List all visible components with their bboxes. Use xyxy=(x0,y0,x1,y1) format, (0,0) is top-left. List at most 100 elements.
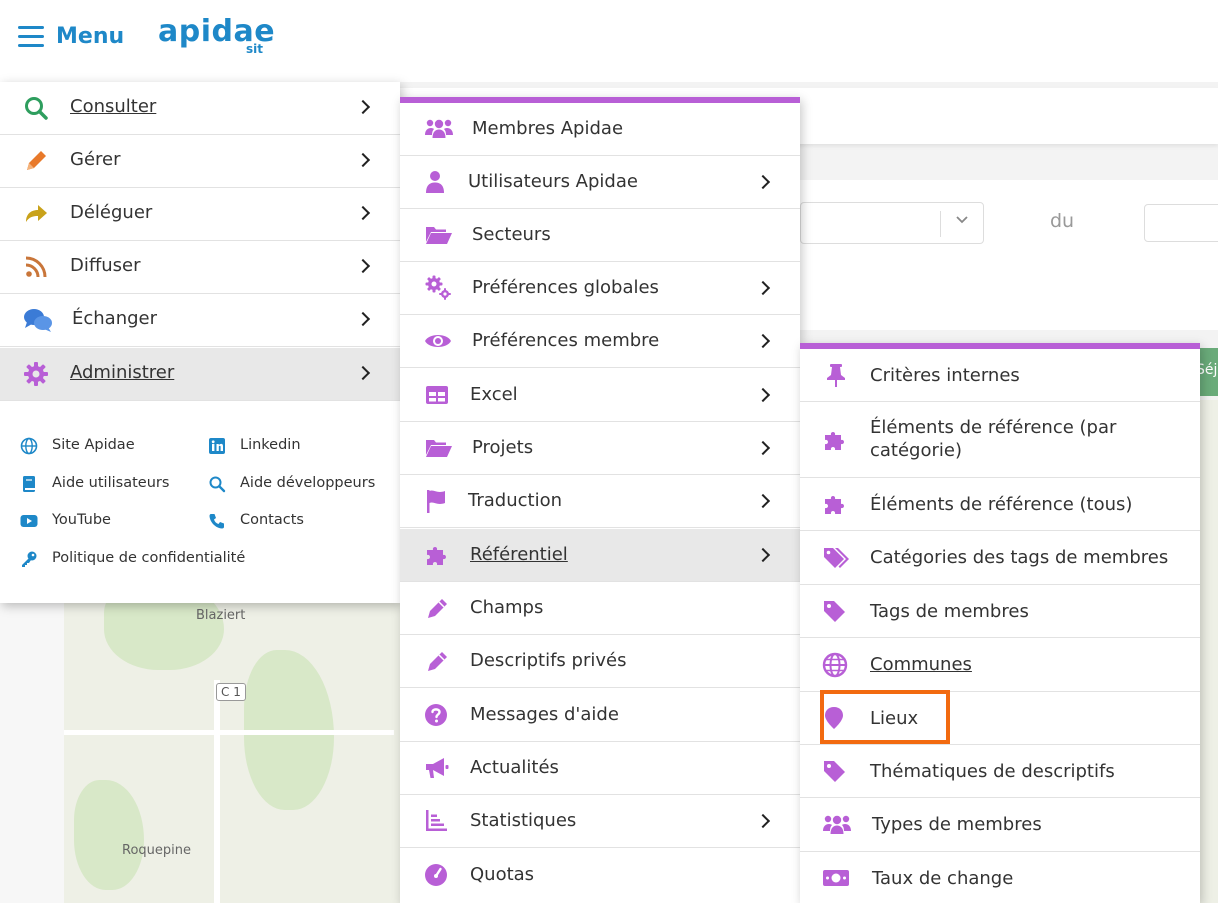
ref-item-elements-tous[interactable]: Éléments de référence (tous) xyxy=(800,478,1200,531)
chevron-right-icon xyxy=(755,813,771,829)
admin-item-secteurs[interactable]: Secteurs xyxy=(400,209,800,262)
admin-item-preferences-membre[interactable]: Préférences membre xyxy=(400,315,800,368)
ref-item-criteres-internes[interactable]: Critères internes xyxy=(800,349,1200,402)
chevron-right-icon xyxy=(755,493,771,509)
users-icon xyxy=(822,812,854,838)
bar-chart-icon xyxy=(424,808,452,834)
folder-open-icon xyxy=(424,222,452,248)
map-forest xyxy=(74,780,144,890)
globe-icon xyxy=(822,652,850,678)
admin-item-label: Statistiques xyxy=(470,810,577,831)
chevron-right-icon xyxy=(355,152,371,168)
admin-item-statistiques[interactable]: Statistiques xyxy=(400,795,800,848)
date-input[interactable] xyxy=(1144,204,1218,242)
admin-item-descriptifs-prives[interactable]: Descriptifs privés xyxy=(400,635,800,688)
ref-item-tags-membres[interactable]: Tags de membres xyxy=(800,585,1200,638)
pencil-icon xyxy=(424,595,452,621)
menu-toggle[interactable]: Menu xyxy=(56,24,124,49)
admin-item-projets[interactable]: Projets xyxy=(400,422,800,475)
megaphone-icon xyxy=(424,755,452,781)
rss-icon xyxy=(22,253,50,281)
apidae-logo-sub: sit xyxy=(246,42,263,56)
ref-item-label: Éléments de référence (par catégorie) xyxy=(870,417,1117,461)
footer-link-label: Site Apidae xyxy=(52,437,135,453)
puzzle-icon xyxy=(822,427,850,453)
map-place-label: Roquepine xyxy=(122,843,191,858)
footer-link-label: Contacts xyxy=(240,512,304,528)
chevron-right-icon xyxy=(755,440,771,456)
admin-item-label: Messages d'aide xyxy=(470,704,619,725)
table-icon xyxy=(424,382,452,408)
map-road xyxy=(64,730,394,735)
menu-item-gerer[interactable]: Gérer xyxy=(0,135,400,188)
admin-item-preferences-globales[interactable]: Préférences globales xyxy=(400,262,800,315)
admin-item-label: Référentiel xyxy=(470,544,568,565)
eye-icon xyxy=(424,328,452,354)
admin-item-label: Projets xyxy=(472,437,534,458)
admin-item-messages-aide[interactable]: Messages d'aide xyxy=(400,689,800,742)
menu-item-echanger[interactable]: Échanger xyxy=(0,294,400,347)
admin-item-quotas[interactable]: Quotas xyxy=(400,849,800,902)
admin-item-utilisateurs-apidae[interactable]: Utilisateurs Apidae xyxy=(400,156,800,209)
chevron-right-icon xyxy=(755,387,771,403)
flag-icon xyxy=(424,488,452,514)
chevron-right-icon xyxy=(355,99,371,115)
folder-open-icon xyxy=(424,435,452,461)
ref-item-thematiques[interactable]: Thématiques de descriptifs xyxy=(800,745,1200,798)
chevron-right-icon xyxy=(355,258,371,274)
admin-item-excel[interactable]: Excel xyxy=(400,369,800,422)
ref-item-taux-de-change[interactable]: Taux de change xyxy=(800,852,1200,903)
left-strip xyxy=(0,603,64,903)
menu-item-deleguer[interactable]: Déléguer xyxy=(0,188,400,241)
search-icon xyxy=(22,94,50,122)
lieux-highlight-box xyxy=(820,690,950,744)
footer-link-label: Linkedin xyxy=(240,437,301,453)
ref-item-label: Communes xyxy=(870,654,972,675)
admin-item-label: Préférences membre xyxy=(472,330,660,351)
ref-item-communes[interactable]: Communes xyxy=(800,638,1200,692)
menu-item-label: Déléguer xyxy=(70,202,153,223)
map-road-label: C 1 xyxy=(216,683,246,701)
menu-item-administrer[interactable]: Administrer xyxy=(0,348,400,401)
map-road xyxy=(214,680,220,903)
referentiel-submenu: Critères internes Éléments de référence … xyxy=(800,343,1200,903)
admin-item-label: Préférences globales xyxy=(472,277,659,298)
chevron-down-icon[interactable] xyxy=(955,213,969,227)
admin-item-actualites[interactable]: Actualités xyxy=(400,742,800,795)
tags-icon xyxy=(822,545,850,571)
ref-item-categories-tags[interactable]: Catégories des tags de membres xyxy=(800,531,1200,585)
admin-item-traduction[interactable]: Traduction xyxy=(400,475,800,528)
map-place-label: Blaziert xyxy=(196,608,246,623)
menu-item-label: Diffuser xyxy=(70,255,141,276)
chevron-right-icon xyxy=(755,547,771,563)
admin-item-champs[interactable]: Champs xyxy=(400,582,800,635)
main-menu: Consulter Gérer Déléguer Diffuser Échang… xyxy=(0,82,400,603)
linkedin-icon xyxy=(208,437,226,455)
footer-link-label: YouTube xyxy=(52,512,111,528)
ref-item-label: Taux de change xyxy=(872,868,1014,889)
admin-item-label: Excel xyxy=(470,384,518,405)
gears-icon xyxy=(424,275,452,301)
menu-item-consulter[interactable]: Consulter xyxy=(0,82,400,135)
admin-item-label: Descriptifs privés xyxy=(470,650,627,671)
money-bill-icon xyxy=(822,865,850,891)
puzzle-icon xyxy=(822,491,850,517)
tag-icon xyxy=(822,758,850,784)
hamburger-icon[interactable] xyxy=(18,26,44,48)
admin-item-referentiel[interactable]: Référentiel xyxy=(400,529,800,582)
chevron-right-icon xyxy=(355,205,371,221)
globe-icon xyxy=(20,437,38,455)
gear-icon xyxy=(22,360,50,388)
ref-item-elements-par-categorie[interactable]: Éléments de référence (par catégorie) xyxy=(800,402,1200,478)
admin-item-membres-apidae[interactable]: Membres Apidae xyxy=(400,103,800,156)
ref-item-types-membres[interactable]: Types de membres xyxy=(800,798,1200,852)
admin-item-label: Traduction xyxy=(468,490,562,511)
book-icon xyxy=(20,475,38,493)
thumbtack-icon xyxy=(822,362,850,388)
ref-item-label: Catégories des tags de membres xyxy=(870,547,1169,568)
date-from-label: du xyxy=(1050,210,1075,232)
administrer-submenu: Membres Apidae Utilisateurs Apidae Secte… xyxy=(400,97,800,903)
menu-item-diffuser[interactable]: Diffuser xyxy=(0,241,400,294)
top-header: Menu apidae sit xyxy=(0,0,1218,82)
filter-select[interactable] xyxy=(800,202,984,244)
